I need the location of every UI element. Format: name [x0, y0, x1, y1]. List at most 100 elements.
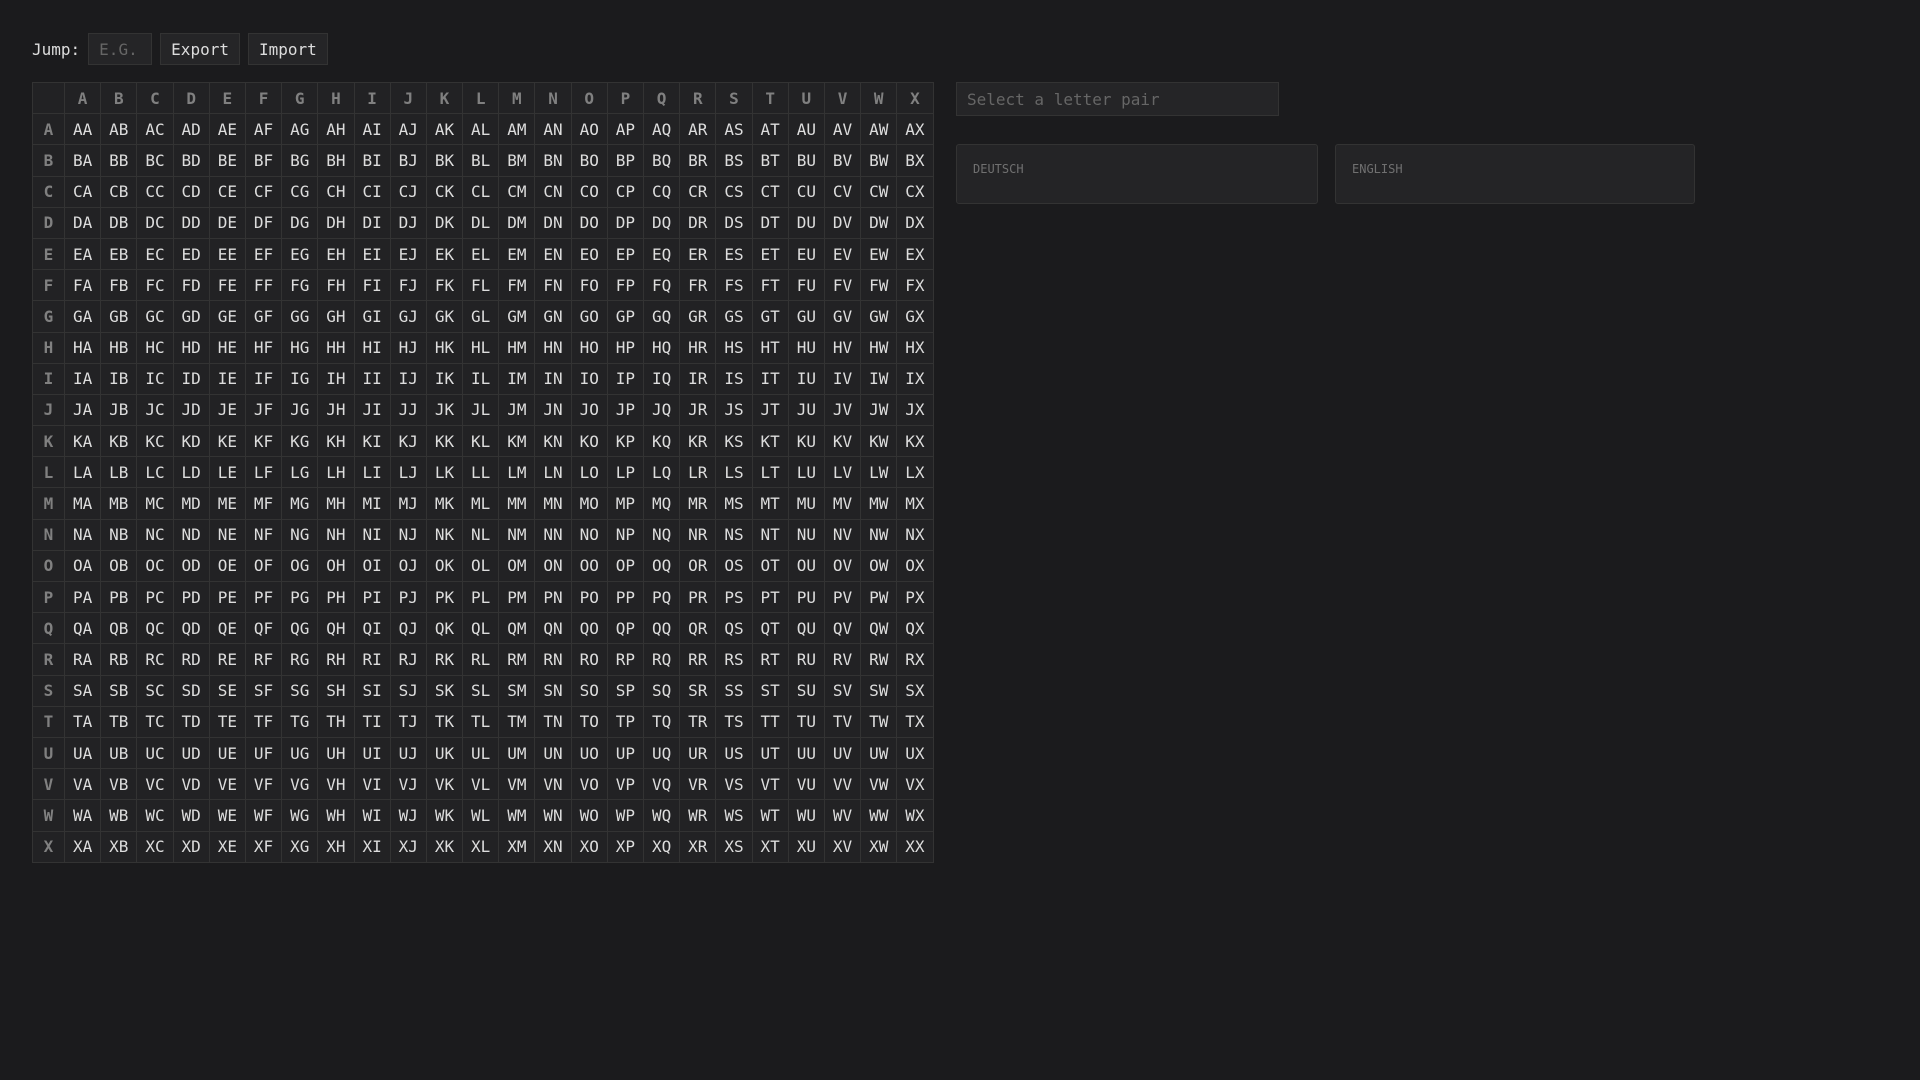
letter-pair-cell[interactable]: VW: [860, 768, 898, 801]
letter-pair-cell[interactable]: CS: [715, 175, 753, 208]
letter-pair-cell[interactable]: PI: [353, 580, 391, 614]
letter-pair-cell[interactable]: KA: [63, 425, 102, 458]
letter-pair-cell[interactable]: OX: [896, 549, 934, 583]
letter-pair-cell[interactable]: XJ: [389, 830, 427, 863]
letter-pair-cell[interactable]: BA: [63, 144, 102, 177]
letter-pair-cell[interactable]: AD: [172, 113, 210, 146]
letter-pair-cell[interactable]: MD: [172, 487, 210, 520]
letter-pair-cell[interactable]: XE: [208, 830, 246, 863]
letter-pair-cell[interactable]: JW: [860, 393, 898, 427]
letter-pair-cell[interactable]: FG: [281, 269, 319, 302]
letter-pair-cell[interactable]: IU: [787, 362, 825, 395]
letter-pair-cell[interactable]: GQ: [642, 300, 681, 333]
letter-pair-cell[interactable]: MJ: [389, 487, 427, 520]
letter-pair-cell[interactable]: MT: [751, 487, 789, 520]
letter-pair-cell[interactable]: KI: [353, 425, 391, 458]
letter-pair-cell[interactable]: OS: [715, 549, 753, 583]
letter-pair-cell[interactable]: PB: [100, 580, 138, 614]
letter-pair-cell[interactable]: VN: [534, 768, 572, 801]
letter-pair-cell[interactable]: VE: [208, 768, 246, 801]
letter-pair-cell[interactable]: RW: [860, 643, 898, 676]
letter-pair-cell[interactable]: CX: [896, 175, 934, 208]
letter-pair-cell[interactable]: EG: [281, 237, 319, 271]
letter-pair-cell[interactable]: IP: [606, 362, 645, 395]
letter-pair-cell[interactable]: CK: [425, 175, 464, 208]
letter-pair-cell[interactable]: HL: [462, 331, 500, 364]
letter-pair-cell[interactable]: KV: [823, 425, 862, 458]
letter-pair-cell[interactable]: FD: [172, 269, 210, 302]
letter-pair-input[interactable]: [956, 82, 1279, 116]
letter-pair-cell[interactable]: SM: [498, 674, 536, 707]
letter-pair-cell[interactable]: GN: [534, 300, 572, 333]
letter-pair-cell[interactable]: BS: [715, 144, 753, 177]
letter-pair-cell[interactable]: FB: [100, 269, 138, 302]
letter-pair-cell[interactable]: AG: [281, 113, 319, 146]
letter-pair-cell[interactable]: FA: [63, 269, 102, 302]
letter-pair-cell[interactable]: NI: [353, 518, 391, 551]
letter-pair-cell[interactable]: HX: [896, 331, 934, 364]
letter-pair-cell[interactable]: EB: [100, 237, 138, 271]
letter-pair-cell[interactable]: JM: [498, 393, 536, 427]
letter-pair-cell[interactable]: OF: [244, 549, 283, 583]
letter-pair-cell[interactable]: QI: [353, 612, 391, 645]
letter-pair-cell[interactable]: OQ: [642, 549, 681, 583]
letter-pair-cell[interactable]: SL: [462, 674, 500, 707]
letter-pair-cell[interactable]: KW: [860, 425, 898, 458]
letter-pair-cell[interactable]: WN: [534, 799, 572, 832]
letter-pair-cell[interactable]: XN: [534, 830, 572, 863]
letter-pair-cell[interactable]: AQ: [642, 113, 681, 146]
letter-pair-cell[interactable]: MW: [860, 487, 898, 520]
letter-pair-cell[interactable]: LL: [462, 456, 500, 489]
letter-pair-cell[interactable]: UM: [498, 736, 536, 770]
letter-pair-cell[interactable]: TS: [715, 705, 753, 738]
letter-pair-cell[interactable]: IH: [317, 362, 355, 395]
letter-pair-cell[interactable]: GC: [136, 300, 174, 333]
letter-pair-cell[interactable]: WG: [281, 799, 319, 832]
letter-pair-cell[interactable]: FL: [462, 269, 500, 302]
letter-pair-cell[interactable]: QG: [281, 612, 319, 645]
letter-pair-cell[interactable]: WC: [136, 799, 174, 832]
letter-pair-cell[interactable]: JX: [896, 393, 934, 427]
letter-pair-cell[interactable]: VC: [136, 768, 174, 801]
letter-pair-cell[interactable]: VL: [462, 768, 500, 801]
letter-pair-cell[interactable]: LB: [100, 456, 138, 489]
letter-pair-cell[interactable]: FV: [823, 269, 862, 302]
letter-pair-cell[interactable]: OI: [353, 549, 391, 583]
letter-pair-cell[interactable]: KB: [100, 425, 138, 458]
letter-pair-cell[interactable]: GR: [679, 300, 717, 333]
letter-pair-cell[interactable]: OL: [462, 549, 500, 583]
letter-pair-cell[interactable]: WR: [679, 799, 717, 832]
letter-pair-cell[interactable]: GI: [353, 300, 391, 333]
letter-pair-cell[interactable]: SD: [172, 674, 210, 707]
letter-pair-cell[interactable]: VX: [896, 768, 934, 801]
letter-pair-cell[interactable]: OH: [317, 549, 355, 583]
letter-pair-cell[interactable]: PO: [570, 580, 608, 614]
letter-pair-cell[interactable]: SP: [606, 674, 645, 707]
letter-pair-cell[interactable]: QA: [63, 612, 102, 645]
letter-pair-cell[interactable]: BE: [208, 144, 246, 177]
letter-pair-cell[interactable]: EI: [353, 237, 391, 271]
letter-pair-cell[interactable]: FH: [317, 269, 355, 302]
letter-pair-cell[interactable]: TL: [462, 705, 500, 738]
letter-pair-cell[interactable]: MV: [823, 487, 862, 520]
letter-pair-cell[interactable]: IX: [896, 362, 934, 395]
letter-pair-cell[interactable]: OV: [823, 549, 862, 583]
letter-pair-cell[interactable]: LS: [715, 456, 753, 489]
letter-pair-cell[interactable]: LF: [244, 456, 283, 489]
letter-pair-cell[interactable]: SX: [896, 674, 934, 707]
letter-pair-cell[interactable]: RA: [63, 643, 102, 676]
letter-pair-cell[interactable]: LJ: [389, 456, 427, 489]
letter-pair-cell[interactable]: XB: [100, 830, 138, 863]
letter-pair-cell[interactable]: FJ: [389, 269, 427, 302]
letter-pair-cell[interactable]: UO: [570, 736, 608, 770]
letter-pair-cell[interactable]: KO: [570, 425, 608, 458]
letter-pair-cell[interactable]: QT: [751, 612, 789, 645]
letter-pair-cell[interactable]: EH: [317, 237, 355, 271]
letter-pair-cell[interactable]: BJ: [389, 144, 427, 177]
letter-pair-cell[interactable]: LC: [136, 456, 174, 489]
letter-pair-cell[interactable]: HA: [63, 331, 102, 364]
letter-pair-cell[interactable]: RV: [823, 643, 862, 676]
letter-pair-cell[interactable]: NG: [281, 518, 319, 551]
letter-pair-cell[interactable]: CP: [606, 175, 645, 208]
letter-pair-cell[interactable]: CN: [534, 175, 572, 208]
